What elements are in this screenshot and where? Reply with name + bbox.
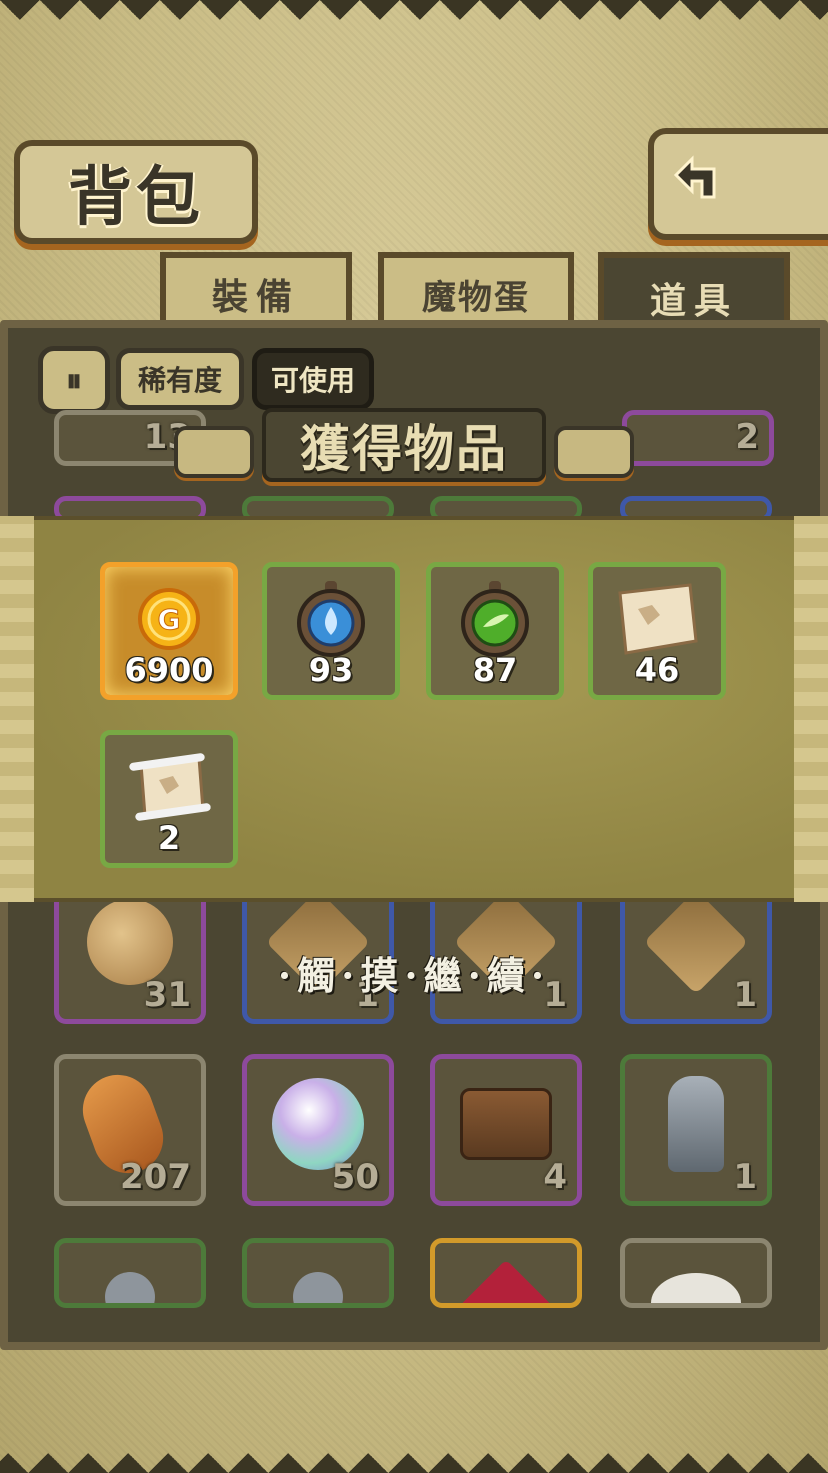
reward-item[interactable]: 87 bbox=[426, 562, 564, 700]
usable-filter-button[interactable]: 可使用 bbox=[252, 348, 374, 410]
inventory-slot[interactable] bbox=[54, 1238, 206, 1308]
treasure-chest-icon bbox=[460, 1088, 552, 1161]
inventory-slot[interactable] bbox=[430, 1238, 582, 1308]
touch-to-continue-label: ·觸·摸·繼·續· bbox=[277, 952, 551, 998]
white-sack-icon bbox=[651, 1273, 741, 1303]
reward-item[interactable]: G 6900 bbox=[100, 562, 238, 700]
tab-equipment[interactable]: 裝備 bbox=[160, 252, 352, 330]
inventory-slot[interactable]: 50 bbox=[242, 1054, 394, 1206]
item-quantity: 50 bbox=[331, 1157, 379, 1197]
obtained-items-banner: 獲得物品 bbox=[262, 408, 546, 482]
reward-item[interactable]: 2 bbox=[100, 730, 238, 868]
knight-figure-icon bbox=[105, 1272, 155, 1303]
tab-items-label: 道具 bbox=[649, 280, 738, 322]
bottom-torn-edge bbox=[0, 1433, 828, 1473]
reward-quantity: 87 bbox=[472, 651, 518, 689]
reward-quantity: 6900 bbox=[124, 651, 214, 689]
usable-filter-label: 可使用 bbox=[270, 364, 355, 397]
treasure-sack-icon bbox=[87, 899, 173, 986]
item-quantity: 2 bbox=[735, 417, 759, 457]
return-arrow-icon[interactable] bbox=[655, 132, 739, 220]
item-quantity: 207 bbox=[120, 1157, 191, 1197]
reward-item[interactable]: 46 bbox=[588, 562, 726, 700]
tab-monster-egg-label: 魔物蛋 bbox=[422, 277, 530, 318]
item-quantity: 31 bbox=[143, 975, 191, 1015]
tab-monster-egg[interactable]: 魔物蛋 bbox=[378, 252, 574, 330]
dialog-right-edge bbox=[794, 516, 828, 902]
page-title: 背包 bbox=[68, 160, 204, 235]
knight-figure-icon bbox=[293, 1272, 343, 1303]
obtained-items-title: 獲得物品 bbox=[300, 419, 508, 478]
sort-toggle-icon: ⏸ bbox=[65, 360, 82, 399]
dialog-left-edge bbox=[0, 516, 34, 902]
inventory-slot[interactable] bbox=[242, 1238, 394, 1308]
inventory-slot[interactable]: 4 bbox=[430, 1054, 582, 1206]
reward-quantity: 2 bbox=[157, 819, 181, 857]
inventory-slot[interactable]: 207 bbox=[54, 1054, 206, 1206]
touch-to-continue[interactable]: ·觸·摸·繼·續· bbox=[238, 948, 590, 998]
page-title-plate: 背包 bbox=[14, 140, 258, 244]
gold-coin-icon: G bbox=[137, 587, 201, 655]
reward-item[interactable]: 93 bbox=[262, 562, 400, 700]
rarity-filter-button[interactable]: 稀有度 bbox=[116, 348, 244, 410]
inventory-slot[interactable] bbox=[620, 1238, 772, 1308]
banner-wing-right bbox=[554, 426, 634, 478]
sort-toggle-button[interactable]: ⏸ bbox=[38, 346, 110, 414]
rarity-filter-label: 稀有度 bbox=[137, 364, 222, 397]
reward-quantity: 46 bbox=[634, 651, 680, 689]
item-quantity: 4 bbox=[543, 1157, 567, 1197]
reward-quantity: 93 bbox=[308, 651, 354, 689]
banner-wing-left bbox=[174, 426, 254, 478]
item-quantity: 1 bbox=[733, 1157, 757, 1197]
inventory-slot[interactable]: 1 bbox=[620, 1054, 772, 1206]
inventory-slot[interactable]: 2 bbox=[622, 410, 774, 466]
knight-statue-icon bbox=[668, 1076, 724, 1173]
red-envelope-icon bbox=[456, 1259, 556, 1303]
svg-text:G: G bbox=[158, 603, 181, 636]
item-quantity: 1 bbox=[733, 975, 757, 1015]
top-torn-edge bbox=[0, 0, 828, 40]
tab-equipment-label: 裝備 bbox=[211, 276, 300, 318]
